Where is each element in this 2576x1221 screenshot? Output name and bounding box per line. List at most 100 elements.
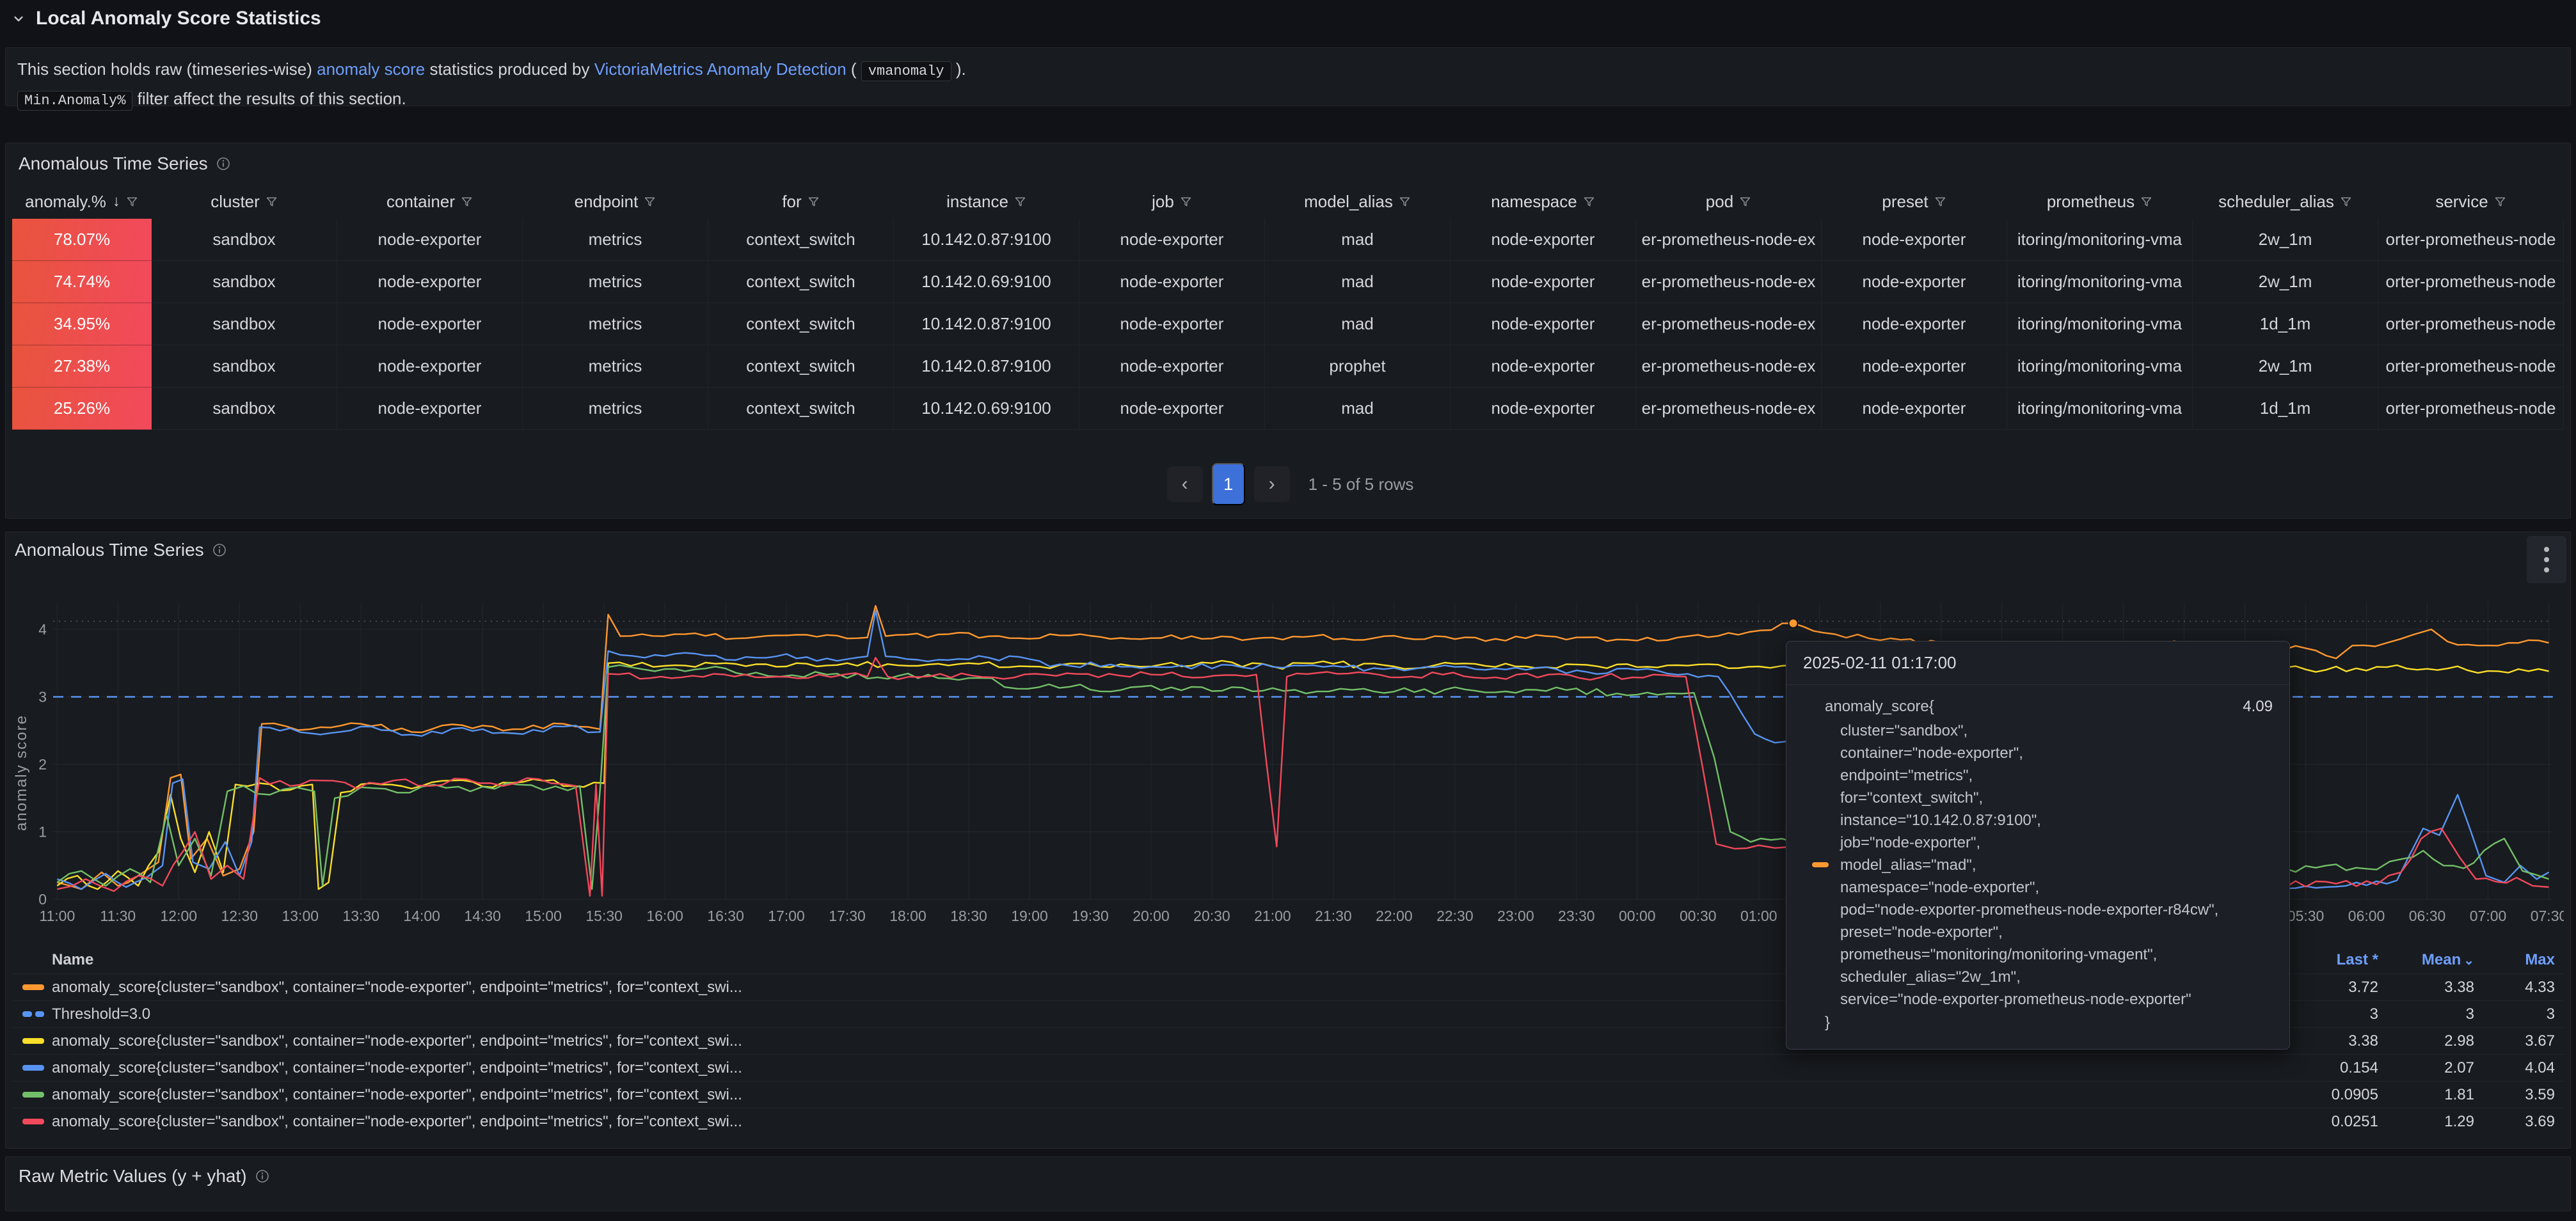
column-header-model_alias[interactable]: model_alias bbox=[1265, 184, 1451, 219]
description-text: filter affect the results of this sectio… bbox=[138, 89, 406, 108]
chart-panel-title: Anomalous Time Series bbox=[15, 540, 204, 560]
y-tick-label: 1 bbox=[38, 824, 47, 840]
column-header-cluster[interactable]: cluster bbox=[152, 184, 337, 219]
filter-icon[interactable] bbox=[2493, 195, 2507, 209]
legend-series-marker-icon bbox=[22, 1119, 44, 1124]
series-marker-icon bbox=[1812, 862, 1829, 867]
filter-icon[interactable] bbox=[643, 195, 656, 209]
y-axis-label: anomaly score bbox=[12, 599, 31, 947]
legend-series-label[interactable]: anomaly_score{cluster="sandbox", contain… bbox=[52, 1059, 2270, 1077]
column-header-namespace[interactable]: namespace bbox=[1451, 184, 1636, 219]
legend-series-marker-icon bbox=[22, 1092, 44, 1098]
table-cell: context_switch bbox=[708, 388, 894, 430]
x-tick-label: 21:30 bbox=[1315, 908, 1352, 924]
tooltip-body: anomaly_score{ 4.09 cluster="sandbox",co… bbox=[1786, 685, 2289, 1049]
anomalous-time-series-table-panel: Anomalous Time Series anomaly.%↓clusterc… bbox=[5, 143, 2571, 519]
legend-mean-header[interactable]: Mean⌄ bbox=[2378, 951, 2474, 969]
info-icon[interactable] bbox=[255, 1169, 270, 1184]
legend-max-value: 4.04 bbox=[2474, 1059, 2564, 1077]
filter-icon[interactable] bbox=[1398, 195, 1411, 209]
column-header-anomaly.%[interactable]: anomaly.%↓ bbox=[12, 184, 152, 219]
x-tick-label: 21:00 bbox=[1254, 908, 1291, 924]
table-cell: metrics bbox=[523, 219, 708, 261]
filter-icon[interactable] bbox=[2140, 195, 2153, 209]
table-cell: node-exporter bbox=[1451, 261, 1636, 303]
table-cell: node-exporter bbox=[1822, 388, 2007, 430]
anomaly-score-link[interactable]: anomaly score bbox=[317, 59, 425, 79]
legend-row[interactable]: anomaly_score{cluster="sandbox", contain… bbox=[12, 1081, 2564, 1108]
table-cell: 10.142.0.69:9100 bbox=[894, 388, 1079, 430]
x-tick-label: 06:00 bbox=[2348, 908, 2385, 924]
table-cell: er-prometheus-node-ex bbox=[1636, 388, 1822, 430]
legend-series-marker-icon bbox=[22, 1065, 44, 1071]
filter-icon[interactable] bbox=[807, 195, 820, 209]
table-cell: metrics bbox=[523, 261, 708, 303]
x-tick-label: 22:00 bbox=[1376, 908, 1413, 924]
page-1-button[interactable]: 1 bbox=[1212, 463, 1245, 505]
tooltip-label-line: container="node-exporter", bbox=[1803, 742, 2273, 764]
legend-max-header[interactable]: Max bbox=[2474, 951, 2564, 969]
filter-icon[interactable] bbox=[125, 195, 139, 209]
tooltip-metric-close: } bbox=[1803, 1011, 2273, 1035]
column-header-for[interactable]: for bbox=[708, 184, 894, 219]
table-cell: mad bbox=[1265, 219, 1451, 261]
column-header-instance[interactable]: instance bbox=[894, 184, 1079, 219]
filter-icon[interactable] bbox=[2339, 195, 2353, 209]
x-tick-label: 15:30 bbox=[585, 908, 623, 924]
victoriametrics-link[interactable]: VictoriaMetrics Anomaly Detection bbox=[594, 59, 847, 79]
sort-desc-icon: ↓ bbox=[113, 193, 120, 210]
table-row: 27.38%sandboxnode-exportermetricscontext… bbox=[12, 345, 2564, 388]
pagination-range-label: 1 - 5 of 5 rows bbox=[1308, 475, 1414, 494]
table-cell: sandbox bbox=[152, 303, 337, 345]
anomaly-percent-cell: 74.74% bbox=[12, 261, 152, 303]
prev-page-button[interactable]: ‹ bbox=[1167, 466, 1203, 502]
table-cell: 1d_1m bbox=[2193, 303, 2378, 345]
x-tick-label: 16:00 bbox=[646, 908, 683, 924]
table-cell: 10.142.0.87:9100 bbox=[894, 219, 1079, 261]
x-tick-label: 20:00 bbox=[1133, 908, 1170, 924]
filter-icon[interactable] bbox=[460, 195, 473, 209]
panel-menu-button[interactable] bbox=[2527, 536, 2566, 583]
legend-series-label[interactable]: anomaly_score{cluster="sandbox", contain… bbox=[52, 1113, 2270, 1131]
column-header-endpoint[interactable]: endpoint bbox=[523, 184, 708, 219]
x-tick-label: 14:30 bbox=[464, 908, 501, 924]
legend-series-label[interactable]: anomaly_score{cluster="sandbox", contain… bbox=[52, 1086, 2270, 1104]
column-header-pod[interactable]: pod bbox=[1636, 184, 1822, 219]
table-cell: 2w_1m bbox=[2193, 261, 2378, 303]
table-cell: mad bbox=[1265, 303, 1451, 345]
legend-row[interactable]: anomaly_score{cluster="sandbox", contain… bbox=[12, 1054, 2564, 1081]
table-cell: node-exporter bbox=[1822, 303, 2007, 345]
filter-icon[interactable] bbox=[1738, 195, 1752, 209]
legend-row[interactable]: anomaly_score{cluster="sandbox", contain… bbox=[12, 1108, 2564, 1135]
table-cell: prophet bbox=[1265, 345, 1451, 388]
filter-icon[interactable] bbox=[1934, 195, 1947, 209]
column-header-preset[interactable]: preset bbox=[1822, 184, 2007, 219]
info-icon[interactable] bbox=[212, 542, 227, 558]
next-page-button[interactable]: › bbox=[1254, 466, 1290, 502]
section-header-local-anomaly[interactable]: Local Anomaly Score Statistics bbox=[0, 0, 2576, 37]
x-tick-label: 01:00 bbox=[1740, 908, 1777, 924]
tooltip-label-line: service="node-exporter-prometheus-node-e… bbox=[1803, 988, 2273, 1011]
anomaly-percent-cell: 34.95% bbox=[12, 303, 152, 345]
column-header-service[interactable]: service bbox=[2378, 184, 2564, 219]
filter-icon[interactable] bbox=[1179, 195, 1193, 209]
raw-metric-values-panel: Raw Metric Values (y + yhat) bbox=[5, 1156, 2571, 1211]
table-row: 34.95%sandboxnode-exportermetricscontext… bbox=[12, 303, 2564, 345]
x-tick-label: 11:00 bbox=[39, 908, 75, 924]
description-text: ( bbox=[847, 59, 861, 79]
column-header-job[interactable]: job bbox=[1079, 184, 1265, 219]
table-cell: context_switch bbox=[708, 345, 894, 388]
table-row: 25.26%sandboxnode-exportermetricscontext… bbox=[12, 388, 2564, 430]
filter-icon[interactable] bbox=[1014, 195, 1027, 209]
x-tick-label: 17:30 bbox=[829, 908, 866, 924]
x-tick-label: 00:30 bbox=[1680, 908, 1717, 924]
x-tick-label: 20:30 bbox=[1193, 908, 1230, 924]
filter-icon[interactable] bbox=[1582, 195, 1596, 209]
column-header-container[interactable]: container bbox=[337, 184, 523, 219]
x-tick-label: 12:00 bbox=[160, 908, 197, 924]
table-cell: node-exporter bbox=[1079, 261, 1265, 303]
filter-icon[interactable] bbox=[265, 195, 278, 209]
column-header-prometheus[interactable]: prometheus bbox=[2007, 184, 2193, 219]
column-header-scheduler_alias[interactable]: scheduler_alias bbox=[2193, 184, 2378, 219]
info-icon[interactable] bbox=[216, 156, 231, 171]
